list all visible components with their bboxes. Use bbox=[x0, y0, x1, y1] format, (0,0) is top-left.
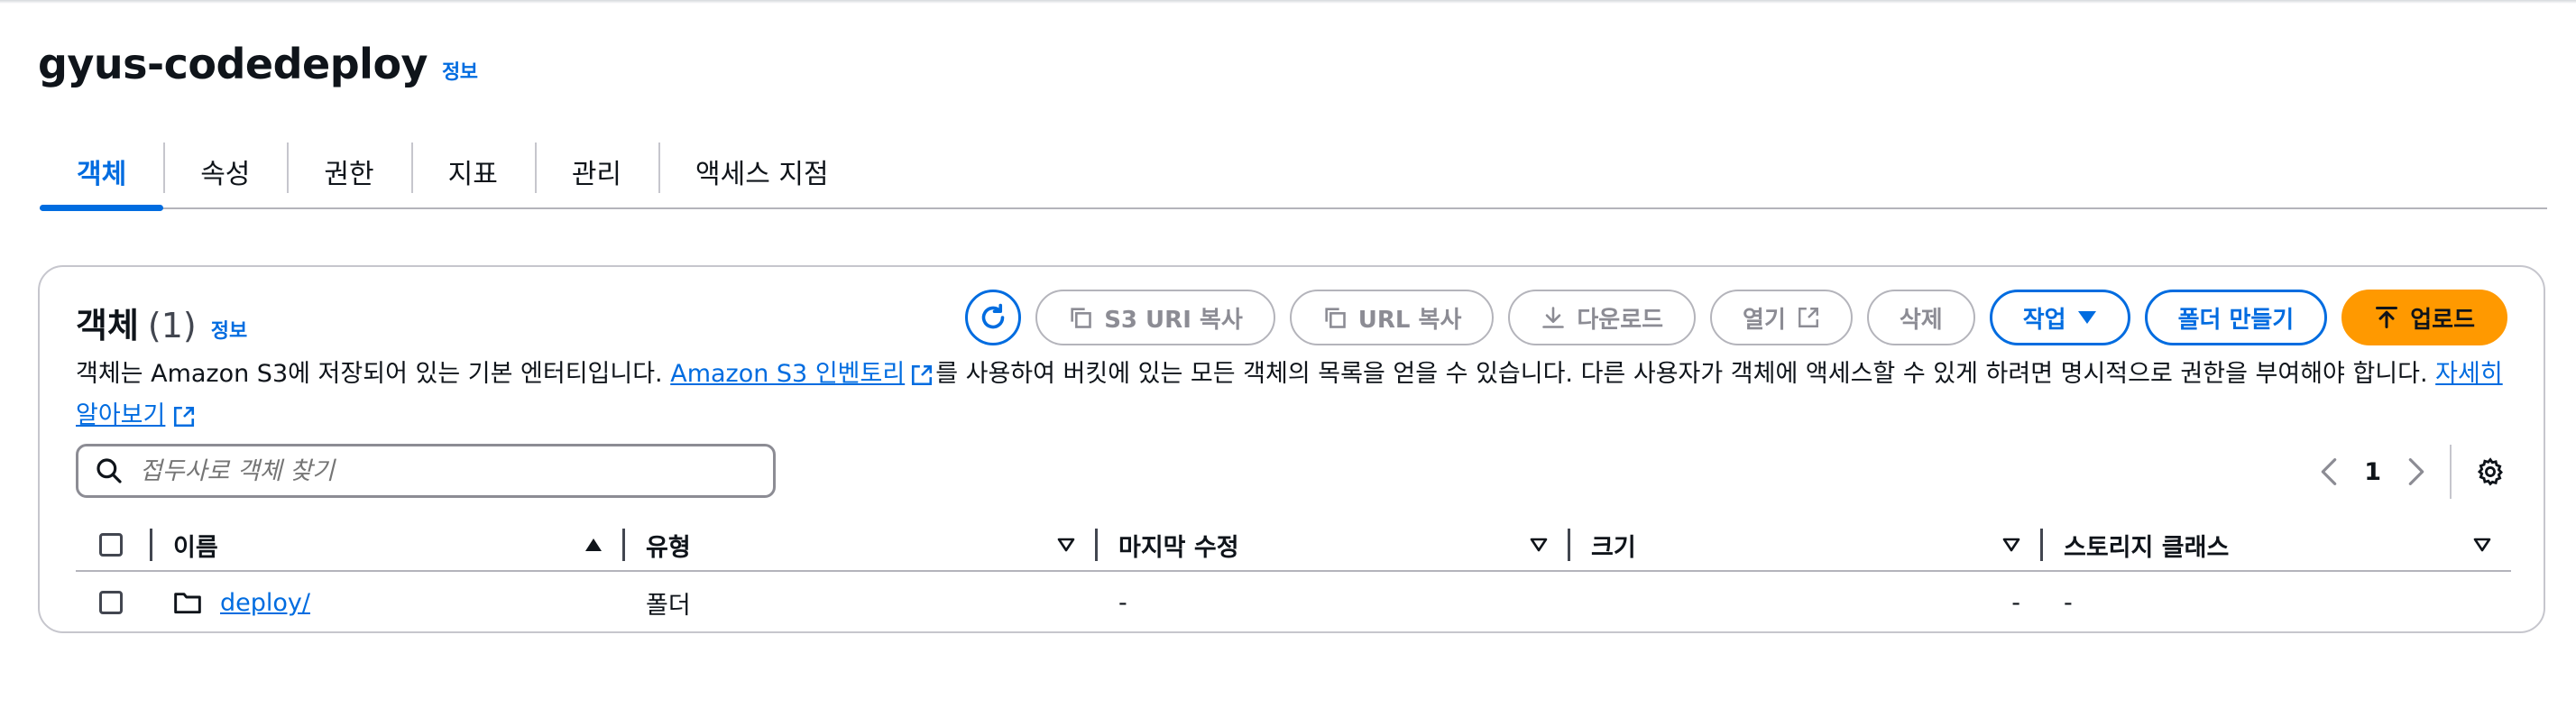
copy-s3-uri-label: S3 URI 복사 bbox=[1104, 306, 1243, 334]
cell-storage-class: - bbox=[2064, 588, 2073, 617]
column-label: 이름 bbox=[173, 533, 218, 562]
cell-size: - bbox=[2011, 588, 2020, 617]
column-label: 유형 bbox=[646, 533, 691, 562]
open-button[interactable]: 열기 bbox=[1710, 290, 1853, 345]
copy-s3-uri-button[interactable]: S3 URI 복사 bbox=[1035, 290, 1275, 345]
objects-toolbar: S3 URI 복사 URL 복사 다운로드 열기 삭제 작업 폴더 만들기 업로… bbox=[965, 289, 2507, 346]
sort-icon bbox=[1057, 538, 1075, 552]
row-checkbox[interactable] bbox=[99, 591, 123, 614]
download-button[interactable]: 다운로드 bbox=[1508, 290, 1697, 345]
external-link-icon[interactable] bbox=[910, 364, 934, 387]
bucket-name: gyus-codedeploy bbox=[38, 40, 428, 88]
cell-type: 폴더 bbox=[646, 591, 691, 620]
actions-dropdown[interactable]: 작업 bbox=[1989, 290, 2130, 345]
tab-management[interactable]: 관리 bbox=[534, 135, 658, 207]
external-link-icon[interactable] bbox=[172, 405, 196, 428]
external-link-icon bbox=[1797, 306, 1820, 329]
sort-icon bbox=[2473, 538, 2491, 552]
folder-link[interactable]: deploy/ bbox=[220, 589, 310, 617]
sort-icon bbox=[1530, 538, 1548, 552]
copy-icon bbox=[1068, 305, 1093, 330]
tab-metrics[interactable]: 지표 bbox=[410, 135, 535, 207]
download-label: 다운로드 bbox=[1577, 306, 1664, 334]
row-select-cell bbox=[76, 591, 150, 614]
chevron-left-icon[interactable] bbox=[2319, 457, 2339, 486]
cell-last-modified: - bbox=[1118, 588, 1127, 617]
page-title: gyus-codedeploy 정보 bbox=[38, 40, 478, 88]
column-label: 마지막 수정 bbox=[1118, 533, 1239, 562]
search-icon bbox=[95, 456, 124, 485]
create-folder-button[interactable]: 폴더 만들기 bbox=[2144, 290, 2328, 345]
inventory-link[interactable]: Amazon S3 인벤토리 bbox=[670, 360, 905, 388]
open-label: 열기 bbox=[1743, 306, 1786, 334]
upload-icon bbox=[2374, 305, 2399, 330]
info-link[interactable]: 정보 bbox=[442, 56, 478, 85]
actions-label: 작업 bbox=[2022, 306, 2066, 334]
caret-down-icon bbox=[2077, 310, 2097, 325]
tab-objects[interactable]: 객체 bbox=[40, 135, 164, 211]
column-label: 스토리지 클래스 bbox=[2064, 533, 2230, 562]
column-header-storage-class[interactable]: 스토리지 클래스 bbox=[2040, 520, 2511, 570]
objects-description: 객체는 Amazon S3에 저장되어 있는 기본 엔터티입니다. Amazon… bbox=[76, 354, 2511, 437]
description-text: 를 사용하여 버킷에 있는 모든 객체의 목록을 얻을 수 있습니다. 다른 사… bbox=[935, 360, 2436, 388]
delete-button[interactable]: 삭제 bbox=[1866, 290, 1975, 345]
sort-icon bbox=[2002, 538, 2020, 552]
folder-icon bbox=[173, 590, 202, 615]
tab-properties[interactable]: 속성 bbox=[163, 135, 287, 207]
refresh-icon bbox=[977, 301, 1009, 334]
cell-name: deploy/ bbox=[150, 589, 622, 617]
tab-permissions[interactable]: 권한 bbox=[287, 135, 410, 207]
pager-divider bbox=[2450, 445, 2452, 499]
search-box[interactable] bbox=[76, 444, 776, 498]
select-all-cell bbox=[76, 533, 150, 557]
objects-panel: 객체 (1) 정보 S3 URI 복사 URL 복사 다운로드 열기 삭제 작업… bbox=[38, 265, 2545, 633]
top-shadow bbox=[0, 0, 2576, 4]
download-icon bbox=[1541, 305, 1566, 330]
current-page[interactable]: 1 bbox=[2357, 458, 2388, 486]
objects-info-link[interactable]: 정보 bbox=[211, 315, 247, 344]
pagination: 1 bbox=[2319, 444, 2506, 500]
column-label: 크기 bbox=[1591, 533, 1636, 562]
search-input[interactable] bbox=[138, 456, 755, 486]
upload-button[interactable]: 업로드 bbox=[2341, 290, 2507, 345]
column-header-last-modified[interactable]: 마지막 수정 bbox=[1095, 520, 1568, 570]
copy-url-button[interactable]: URL 복사 bbox=[1289, 290, 1495, 345]
description-text: 객체는 Amazon S3에 저장되어 있는 기본 엔터티입니다. bbox=[76, 360, 671, 388]
select-all-checkbox[interactable] bbox=[99, 533, 123, 557]
tab-bar: 객체 속성 권한 지표 관리 액세스 지점 bbox=[40, 135, 2547, 211]
copy-icon bbox=[1322, 305, 1348, 330]
refresh-button[interactable] bbox=[965, 290, 1022, 345]
objects-heading: 객체 (1) 정보 bbox=[76, 298, 247, 347]
tab-access-points[interactable]: 액세스 지점 bbox=[658, 135, 866, 207]
table-header: 이름 유형 마지막 수정 크기 스토리지 클래스 bbox=[76, 520, 2511, 572]
table-row: deploy/ 폴더 - - - bbox=[76, 572, 2511, 633]
objects-count: (1) bbox=[147, 306, 197, 345]
chevron-right-icon[interactable] bbox=[2406, 457, 2426, 486]
upload-label: 업로드 bbox=[2410, 306, 2475, 334]
objects-title: 객체 bbox=[76, 306, 139, 345]
column-header-size[interactable]: 크기 bbox=[1568, 520, 2040, 570]
objects-table: 이름 유형 마지막 수정 크기 스토리지 클래스 deploy/ 폴더 - - … bbox=[76, 520, 2511, 633]
column-header-name[interactable]: 이름 bbox=[150, 520, 622, 570]
sort-ascending-icon bbox=[584, 538, 603, 552]
copy-url-label: URL 복사 bbox=[1357, 306, 1462, 334]
column-header-type[interactable]: 유형 bbox=[622, 520, 1095, 570]
gear-icon[interactable] bbox=[2475, 456, 2506, 487]
